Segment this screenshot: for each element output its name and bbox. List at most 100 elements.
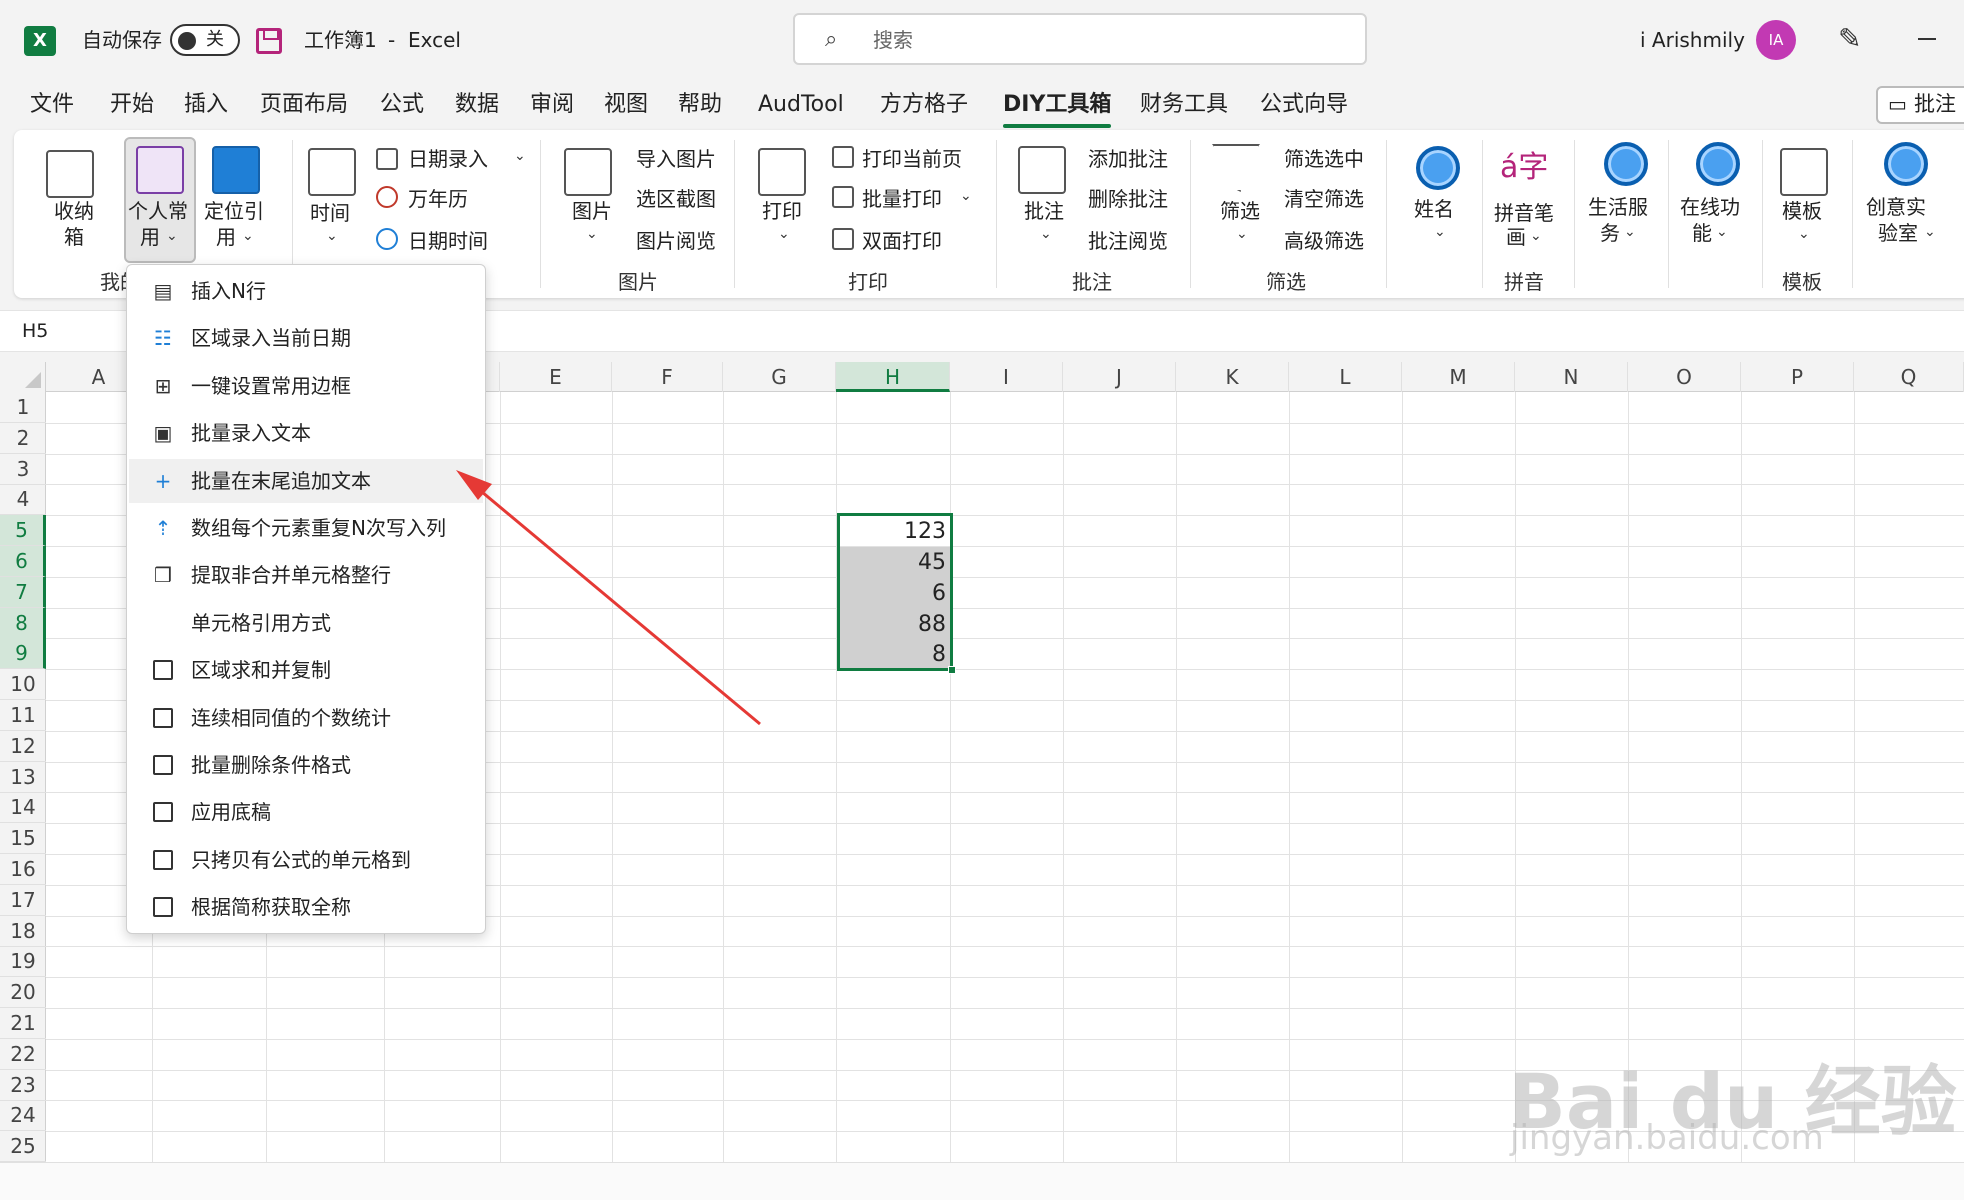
dropdown-item[interactable]: ❒ 提取非合并单元格整行 bbox=[129, 553, 483, 597]
tab-home[interactable]: 开始 bbox=[110, 90, 154, 120]
row-header-13[interactable]: 13 bbox=[0, 762, 46, 793]
online-label-1[interactable]: 在线功 bbox=[1680, 194, 1740, 220]
column-header-k[interactable]: K bbox=[1176, 362, 1289, 392]
row-header-17[interactable]: 17 bbox=[0, 885, 46, 916]
dropdown-item[interactable]: ⇡ 数组每个元素重复N次写入列 bbox=[129, 506, 483, 550]
row-header-21[interactable]: 21 bbox=[0, 1008, 46, 1039]
delete-comment-button[interactable]: 删除批注 bbox=[1088, 186, 1168, 212]
dropdown-item[interactable]: 单元格引用方式 bbox=[129, 601, 483, 645]
dropdown-item[interactable]: ▤ 插入N行 bbox=[129, 269, 483, 313]
row-header-2[interactable]: 2 bbox=[0, 423, 46, 454]
row-header-1[interactable]: 1 bbox=[0, 392, 46, 423]
area-screenshot-button[interactable]: 选区截图 bbox=[636, 186, 716, 212]
tab-audtool[interactable]: AudTool bbox=[758, 90, 844, 120]
row-header-22[interactable]: 22 bbox=[0, 1039, 46, 1070]
template-button[interactable]: 模板 bbox=[1782, 198, 1822, 224]
row-header-7[interactable]: 7 bbox=[0, 576, 46, 608]
life-label-1[interactable]: 生活服 bbox=[1588, 194, 1648, 220]
column-header-m[interactable]: M bbox=[1402, 362, 1515, 392]
clear-filter-button[interactable]: 清空筛选 bbox=[1284, 186, 1364, 212]
row-header-11[interactable]: 11 bbox=[0, 700, 46, 731]
pinyin-label-1[interactable]: 拼音笔 bbox=[1494, 200, 1554, 226]
column-header-f[interactable]: F bbox=[612, 362, 723, 392]
tab-data[interactable]: 数据 bbox=[455, 90, 499, 120]
tab-view[interactable]: 视图 bbox=[604, 90, 648, 120]
time-button[interactable]: 时间 bbox=[310, 200, 350, 226]
dropdown-item[interactable]: 只拷贝有公式的单元格到 bbox=[129, 838, 483, 882]
dropdown-item[interactable]: ⊞ 一键设置常用边框 bbox=[129, 364, 483, 408]
picture-browse-button[interactable]: 图片阅览 bbox=[636, 228, 716, 254]
tab-insert[interactable]: 插入 bbox=[184, 90, 228, 120]
locate-label-1[interactable]: 定位引 bbox=[204, 198, 264, 224]
column-header-p[interactable]: P bbox=[1741, 362, 1854, 392]
column-header-g[interactable]: G bbox=[723, 362, 836, 392]
lab-label-1[interactable]: 创意实 bbox=[1866, 194, 1926, 220]
print-current-button[interactable]: 打印当前页 bbox=[862, 146, 962, 172]
row-header-24[interactable]: 24 bbox=[0, 1100, 46, 1132]
row-header-15[interactable]: 15 bbox=[0, 823, 46, 855]
row-header-6[interactable]: 6 bbox=[0, 546, 46, 577]
duplex-print-button[interactable]: 双面打印 bbox=[862, 228, 942, 254]
dropdown-item[interactable]: 批量删除条件格式 bbox=[129, 743, 483, 787]
tab-diy-toolbox[interactable]: DIY工具箱 bbox=[1003, 90, 1111, 120]
dropdown-item[interactable]: 连续相同值的个数统计 bbox=[129, 696, 483, 740]
search-box[interactable]: ⌕ 搜索 bbox=[793, 13, 1367, 65]
filter-button[interactable]: 筛选 bbox=[1220, 198, 1260, 224]
row-header-20[interactable]: 20 bbox=[0, 977, 46, 1009]
row-header-8[interactable]: 8 bbox=[0, 607, 46, 639]
column-header-n[interactable]: N bbox=[1515, 362, 1628, 392]
tab-formulas[interactable]: 公式 bbox=[380, 90, 424, 120]
row-header-18[interactable]: 18 bbox=[0, 916, 46, 947]
row-header-10[interactable]: 10 bbox=[0, 669, 46, 701]
dropdown-item[interactable]: 应用底稿 bbox=[129, 790, 483, 834]
row-header-12[interactable]: 12 bbox=[0, 731, 46, 762]
name-button[interactable]: 姓名 bbox=[1414, 196, 1454, 222]
tab-help[interactable]: 帮助 bbox=[678, 90, 722, 120]
row-header-14[interactable]: 14 bbox=[0, 792, 46, 824]
dropdown-item[interactable]: ▣ 批量录入文本 bbox=[129, 411, 483, 455]
row-header-5[interactable]: 5 bbox=[0, 515, 46, 547]
tab-finance[interactable]: 财务工具 bbox=[1140, 90, 1228, 120]
user-name[interactable]: i Arishmily bbox=[1640, 26, 1745, 54]
row-header-3[interactable]: 3 bbox=[0, 454, 46, 485]
row-header-9[interactable]: 9 bbox=[0, 638, 46, 670]
row-header-25[interactable]: 25 bbox=[0, 1131, 46, 1163]
advanced-filter-button[interactable]: 高级筛选 bbox=[1284, 228, 1364, 254]
column-header-h[interactable]: H bbox=[836, 362, 950, 392]
dropdown-item[interactable]: 区域求和并复制 bbox=[129, 648, 483, 692]
row-header-19[interactable]: 19 bbox=[0, 946, 46, 978]
date-entry-button[interactable]: 日期录入 bbox=[408, 146, 488, 172]
tab-review[interactable]: 审阅 bbox=[530, 90, 574, 120]
comment-browse-button[interactable]: 批注阅览 bbox=[1088, 228, 1168, 254]
dropdown-item[interactable]: 根据简称获取全称 bbox=[129, 885, 483, 929]
save-icon[interactable] bbox=[256, 28, 282, 54]
tab-page-layout[interactable]: 页面布局 bbox=[260, 90, 348, 120]
row-header-4[interactable]: 4 bbox=[0, 484, 46, 516]
picture-button[interactable]: 图片 bbox=[572, 198, 612, 224]
name-box[interactable]: H5 bbox=[14, 314, 124, 348]
autosave-toggle[interactable]: 关 bbox=[170, 24, 240, 56]
print-button[interactable]: 打印 bbox=[762, 198, 802, 224]
row-header-16[interactable]: 16 bbox=[0, 854, 46, 885]
column-header-e[interactable]: E bbox=[500, 362, 612, 392]
column-header-i[interactable]: I bbox=[950, 362, 1063, 392]
fill-handle[interactable] bbox=[948, 666, 956, 674]
batch-print-button[interactable]: 批量打印 bbox=[862, 186, 942, 212]
comment-button[interactable]: 批注 bbox=[1876, 86, 1964, 124]
filter-selected-button[interactable]: 筛选选中 bbox=[1284, 146, 1364, 172]
comment-main-button[interactable]: 批注 bbox=[1024, 198, 1064, 224]
column-header-l[interactable]: L bbox=[1289, 362, 1402, 392]
minimize-button[interactable] bbox=[1918, 38, 1936, 40]
select-all-button[interactable] bbox=[0, 362, 46, 392]
row-header-23[interactable]: 23 bbox=[0, 1070, 46, 1101]
column-header-q[interactable]: Q bbox=[1854, 362, 1964, 392]
calendar-button[interactable]: 万年历 bbox=[408, 186, 468, 212]
column-header-j[interactable]: J bbox=[1063, 362, 1176, 392]
add-comment-button[interactable]: 添加批注 bbox=[1088, 146, 1168, 172]
pen-icon[interactable]: ✎ bbox=[1838, 22, 1861, 55]
import-picture-button[interactable]: 导入图片 bbox=[636, 146, 716, 172]
dropdown-item[interactable]: ☷ 区域录入当前日期 bbox=[129, 316, 483, 360]
date-time-button[interactable]: 日期时间 bbox=[408, 228, 488, 254]
tab-fangfang[interactable]: 方方格子 bbox=[880, 90, 968, 120]
tab-file[interactable]: 文件 bbox=[30, 90, 74, 120]
